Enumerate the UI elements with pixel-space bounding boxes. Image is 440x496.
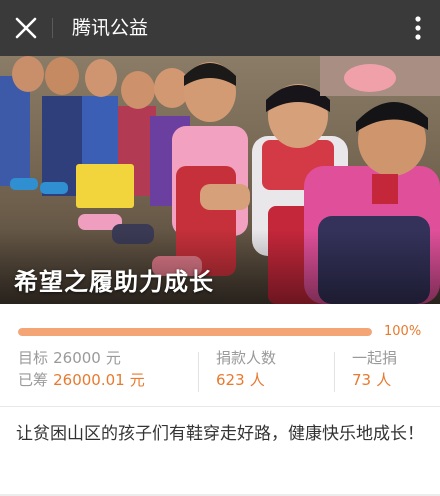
- raised-unit: 元: [129, 371, 145, 389]
- progress-percent: 100%: [384, 324, 422, 339]
- together-stats[interactable]: 一起捐 73 人: [352, 348, 440, 396]
- close-icon[interactable]: [12, 14, 40, 42]
- stats-divider: [334, 352, 335, 392]
- topbar-divider: [52, 18, 53, 38]
- raised-label: 已筹: [18, 371, 49, 389]
- top-bar: 腾讯公益: [0, 0, 440, 56]
- together-value: 73: [352, 371, 372, 389]
- target-value: 26000: [53, 349, 101, 367]
- project-description: 让贫困山区的孩子们有鞋穿走好路，健康快乐地成长！: [16, 424, 424, 444]
- together-unit: 人: [376, 371, 392, 389]
- donor-stats: 捐款人数 623 人: [216, 348, 326, 396]
- donors-unit: 人: [249, 371, 265, 389]
- section-divider: [0, 406, 440, 407]
- more-vertical-icon[interactable]: [414, 14, 422, 42]
- amount-stats: 目标 26000 元 已筹 26000.01 元: [18, 348, 198, 396]
- target-label: 目标: [18, 349, 49, 367]
- progress-bar: [18, 328, 372, 336]
- banner-photo: 希望之履助力成长: [0, 56, 440, 304]
- banner-title: 希望之履助力成长: [14, 268, 214, 296]
- together-label: 一起捐: [352, 349, 398, 367]
- raised-value: 26000.01: [53, 371, 125, 389]
- page-title: 腾讯公益: [72, 17, 149, 39]
- stats-divider: [198, 352, 199, 392]
- stats-row: 目标 26000 元 已筹 26000.01 元 捐款人数 623 人 一起捐 …: [0, 348, 440, 396]
- donors-label: 捐款人数: [216, 349, 277, 367]
- progress-fill: [18, 328, 372, 336]
- target-unit: 元: [105, 349, 121, 367]
- donors-value: 623: [216, 371, 245, 389]
